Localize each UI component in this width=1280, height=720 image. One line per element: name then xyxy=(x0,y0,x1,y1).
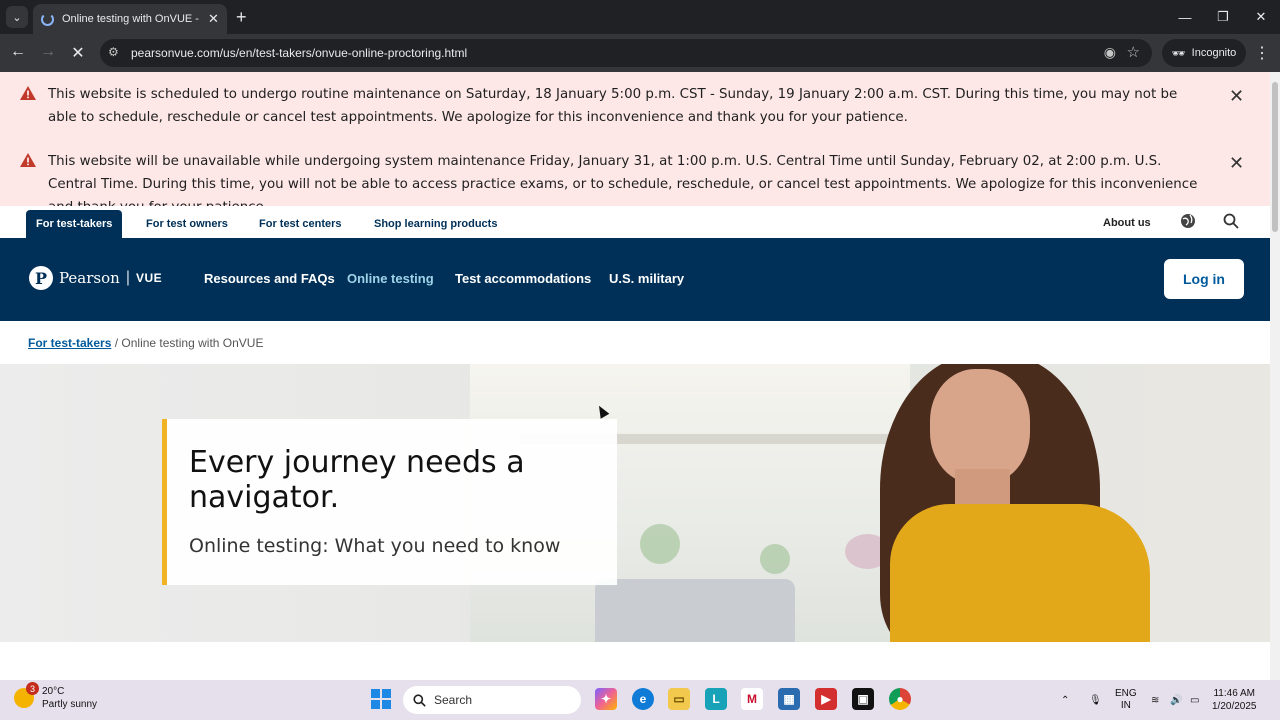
tab-title: Online testing with OnVUE - Pe xyxy=(62,13,202,25)
weather-widget[interactable]: 3 20°C Partly sunny xyxy=(14,682,98,711)
chrome-icon[interactable]: ● xyxy=(889,688,911,710)
store-icon[interactable]: ▦ xyxy=(778,688,800,710)
language-indicator[interactable]: ENG IN xyxy=(1115,680,1137,720)
address-bar[interactable]: ⚙ pearsonvue.com/us/en/test-takers/onvue… xyxy=(100,39,1152,67)
language-line-1: ENG xyxy=(1115,688,1137,699)
taskbar-search-label: Search xyxy=(434,693,473,707)
l-app-icon[interactable]: L xyxy=(705,688,727,710)
util-nav-shop[interactable]: Shop learning products xyxy=(364,210,507,238)
window-controls: — ❐ ✕ xyxy=(1166,0,1280,34)
tray-overflow-icon[interactable]: ⌃ xyxy=(1061,680,1069,720)
restore-button[interactable]: ❐ xyxy=(1204,0,1242,34)
alert-close-icon[interactable]: ✕ xyxy=(1229,153,1244,174)
login-button[interactable]: Log in xyxy=(1164,259,1244,299)
util-nav-test-centers[interactable]: For test centers xyxy=(249,210,352,238)
utility-nav: For test-takers For test owners For test… xyxy=(0,206,1270,238)
battery-icon[interactable]: ▭ xyxy=(1190,680,1199,720)
tab-search-button[interactable]: ⌄ xyxy=(6,6,28,28)
taskbar-clock[interactable]: 11:46 AM 1/20/2025 xyxy=(1212,687,1257,713)
hero-background-plant xyxy=(760,544,790,574)
hero-person-face xyxy=(930,369,1030,484)
breadcrumb: For test-takers / Online testing with On… xyxy=(28,336,263,350)
taskbar-search[interactable]: Search xyxy=(403,686,581,714)
wifi-icon[interactable]: ≋ xyxy=(1151,680,1159,720)
logo-sub: VUE xyxy=(135,271,163,285)
incognito-label: Incognito xyxy=(1191,47,1237,59)
hero-heading: Every journey needs a navigator. xyxy=(189,445,525,515)
hero-laptop-image xyxy=(595,579,795,642)
nav-test-accommodations[interactable]: Test accommodations xyxy=(455,271,591,286)
microphone-icon[interactable]: 🎙 xyxy=(1089,680,1102,720)
breadcrumb-parent-link[interactable]: For test-takers xyxy=(28,336,111,350)
mcafee-icon[interactable]: M xyxy=(741,688,763,710)
main-nav: P Pearson | VUE Resources and FAQs Onlin… xyxy=(0,238,1270,321)
pearson-vue-logo[interactable]: P Pearson | VUE xyxy=(29,266,162,290)
tab-close-icon[interactable]: ✕ xyxy=(208,11,219,27)
tracking-eye-icon[interactable]: ◉ xyxy=(1104,44,1116,61)
breadcrumb-separator: / xyxy=(114,336,119,350)
weather-sun-icon: 3 xyxy=(14,682,39,708)
hero-subheading: Online testing: What you need to know xyxy=(189,535,561,557)
start-button[interactable] xyxy=(371,689,391,709)
util-nav-test-takers[interactable]: For test-takers xyxy=(26,210,123,238)
new-tab-button[interactable]: + xyxy=(236,7,247,28)
nav-online-testing[interactable]: Online testing xyxy=(347,271,434,286)
weather-condition: Partly sunny xyxy=(42,699,98,710)
weather-badge: 3 xyxy=(26,682,39,695)
copilot-icon[interactable]: ✦ xyxy=(595,688,617,710)
weather-temperature: 20°C xyxy=(42,686,65,697)
forward-button[interactable]: → xyxy=(38,43,58,61)
logo-name: Pearson xyxy=(59,269,120,287)
warning-icon xyxy=(20,86,36,100)
alert-close-icon[interactable]: ✕ xyxy=(1229,86,1244,107)
nav-us-military[interactable]: U.S. military xyxy=(609,271,684,286)
clock-date: 1/20/2025 xyxy=(1212,701,1257,712)
bookmark-star-icon[interactable]: ☆ xyxy=(1127,43,1140,61)
browser-menu-icon[interactable]: ⋮ xyxy=(1254,43,1270,63)
breadcrumb-current: Online testing with OnVUE xyxy=(121,336,264,350)
search-icon[interactable] xyxy=(1223,213,1239,229)
hero-card: Every journey needs a navigator. Online … xyxy=(162,419,617,585)
window-close-button[interactable]: ✕ xyxy=(1242,0,1280,34)
back-button[interactable]: ← xyxy=(8,43,28,61)
logo-separator: | xyxy=(125,269,130,286)
globe-icon[interactable] xyxy=(1180,213,1196,229)
page-scrollbar[interactable] xyxy=(1270,72,1280,680)
language-line-2: IN xyxy=(1120,700,1131,711)
minimize-button[interactable]: — xyxy=(1166,0,1204,34)
browser-tab[interactable]: Online testing with OnVUE - Pe ✕ xyxy=(33,4,227,34)
pearson-logo-icon: P xyxy=(29,266,53,290)
taskbar-search-icon xyxy=(413,693,426,707)
about-us-link[interactable]: About us xyxy=(1103,217,1151,229)
terminal-app-icon[interactable]: ▣ xyxy=(852,688,874,710)
loading-icon xyxy=(41,12,54,26)
site-info-icon[interactable]: ⚙ xyxy=(108,45,124,61)
util-nav-test-owners[interactable]: For test owners xyxy=(136,210,238,238)
stop-button[interactable]: ✕ xyxy=(68,43,88,63)
warning-icon xyxy=(20,153,36,167)
file-explorer-icon[interactable]: ▭ xyxy=(668,688,690,710)
hero-background-plant xyxy=(640,524,680,564)
hero-banner: Every journey needs a navigator. Online … xyxy=(0,364,1270,642)
nav-resources-faqs[interactable]: Resources and FAQs xyxy=(204,271,335,286)
incognito-icon: 🕶 xyxy=(1171,47,1186,60)
url-text: pearsonvue.com/us/en/test-takers/onvue-o… xyxy=(131,46,468,60)
windows-taskbar: 3 20°C Partly sunny Search ✦ e ▭ L M ▦ ▶… xyxy=(0,680,1280,720)
media-app-icon[interactable]: ▶ xyxy=(815,688,837,710)
hero-person-sweater xyxy=(890,504,1150,642)
edge-icon[interactable]: e xyxy=(632,688,654,710)
scrollbar-thumb[interactable] xyxy=(1272,82,1278,232)
browser-tabstrip: ⌄ Online testing with OnVUE - Pe ✕ + — ❐… xyxy=(0,0,1280,34)
web-page: This website is scheduled to undergo rou… xyxy=(0,72,1270,680)
alert-text: This website is scheduled to undergo rou… xyxy=(48,87,1178,125)
clock-time: 11:46 AM xyxy=(1213,688,1255,699)
maintenance-alerts: This website is scheduled to undergo rou… xyxy=(0,72,1270,215)
volume-icon[interactable]: 🔊 xyxy=(1170,680,1182,720)
incognito-badge[interactable]: 🕶 Incognito xyxy=(1162,39,1246,67)
browser-toolbar: ← → ✕ ⚙ pearsonvue.com/us/en/test-takers… xyxy=(0,34,1280,72)
